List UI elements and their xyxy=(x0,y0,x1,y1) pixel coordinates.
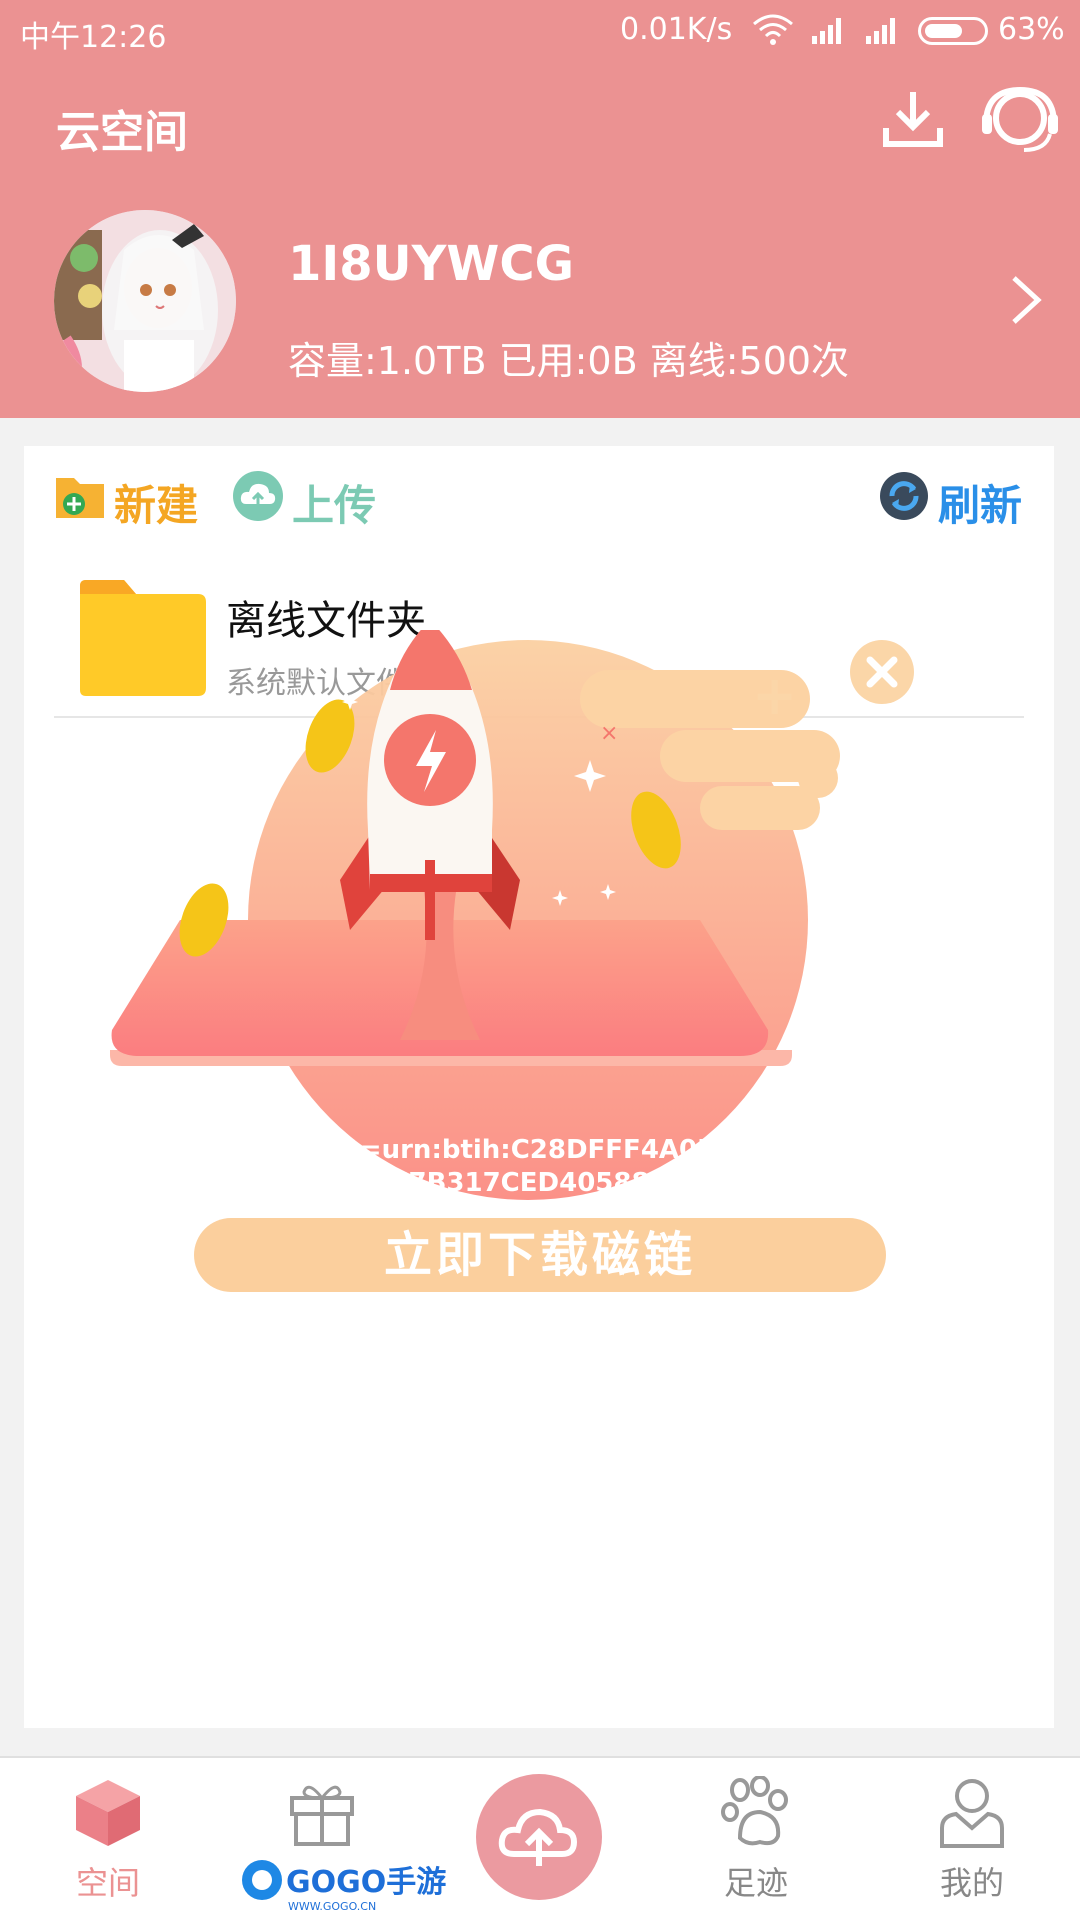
battery-percent: 63% xyxy=(998,12,1065,47)
cloud-upload-icon xyxy=(498,1808,578,1866)
nav-footprint[interactable]: 足迹 xyxy=(686,1776,826,1916)
signal-icon xyxy=(812,18,841,44)
download-magnet-button[interactable]: 立即下载磁链 xyxy=(194,1218,886,1292)
svg-text:×: × xyxy=(600,721,618,746)
status-bar: 中午12:26 0.01K/s 63% xyxy=(0,0,1080,62)
page-title: 云空间 xyxy=(56,107,188,158)
chevron-right-icon[interactable] xyxy=(1010,274,1044,326)
cube-icon xyxy=(76,1780,140,1846)
watermark-sub: WWW.GOGO.CN xyxy=(288,1900,376,1913)
storage-quota: 容量:1.0TB 已用:0B 离线:500次 xyxy=(288,339,850,383)
avatar[interactable] xyxy=(54,210,236,392)
nav-footprint-label: 足迹 xyxy=(723,1864,788,1902)
new-folder-icon xyxy=(56,478,104,518)
watermark-text: GOGO手游网 xyxy=(286,1865,446,1900)
paw-icon xyxy=(721,1776,788,1846)
username: 1I8UYWCG xyxy=(288,236,574,292)
headset-icon[interactable] xyxy=(980,84,1060,154)
cloud-upload-icon xyxy=(233,471,283,521)
signal-icon xyxy=(866,18,895,44)
status-net-speed: 0.01K/s xyxy=(620,12,733,47)
status-time: 中午12:26 xyxy=(20,20,167,55)
gift-icon xyxy=(290,1785,354,1846)
download-icon[interactable] xyxy=(882,88,944,150)
refresh-label: 刷新 xyxy=(938,481,1023,530)
new-label: 新建 xyxy=(114,481,199,530)
nav-mine[interactable]: 我的 xyxy=(902,1776,1042,1916)
watermark-logo: GOGO手游网 WWW.GOGO.CN xyxy=(242,1860,446,1913)
close-icon xyxy=(866,656,898,688)
wifi-icon xyxy=(753,14,793,45)
plus-decoration-icon: + xyxy=(752,664,798,727)
upload-fab-button[interactable] xyxy=(476,1774,602,1900)
upload-label: 上传 xyxy=(292,481,377,530)
battery-fill xyxy=(925,24,962,38)
nav-space[interactable]: 空间 xyxy=(38,1776,178,1916)
battery-icon xyxy=(918,17,988,45)
user-icon xyxy=(940,1779,1004,1848)
nav-space-label: 空间 xyxy=(75,1864,140,1902)
nav-mine-label: 我的 xyxy=(939,1864,1004,1902)
magnet-link-text: magnet:?xt=urn:btih:C28DFFF4A0F5DA7B8B44… xyxy=(193,1135,887,1198)
close-button[interactable] xyxy=(850,640,914,704)
refresh-icon xyxy=(880,472,928,520)
